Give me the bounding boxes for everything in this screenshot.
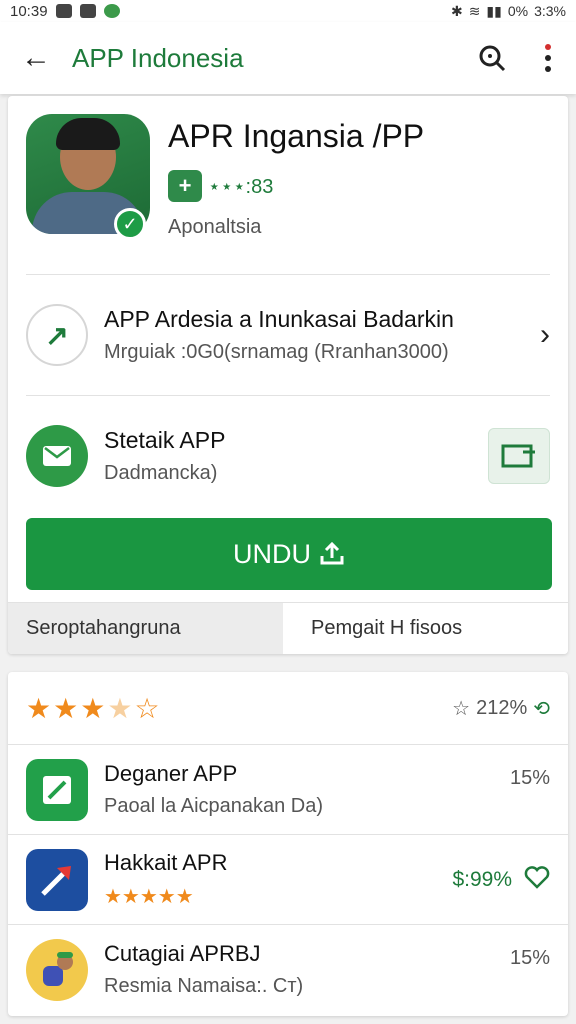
- app-bar: ← APP Indonesia: [0, 22, 576, 94]
- upload-icon: [320, 542, 344, 565]
- list-item-percent: 15%: [509, 947, 550, 969]
- app-icon-edit: [26, 758, 88, 821]
- plus-badge-icon: +: [168, 170, 202, 202]
- chevron-right-icon[interactable]: ›: [540, 318, 550, 352]
- rating-score: ☆ 212% ⟲: [452, 696, 550, 721]
- rating-score-text: 212%: [476, 696, 528, 719]
- bluetooth-icon: ✱: [450, 2, 463, 19]
- link-icon[interactable]: ⟲: [533, 696, 550, 721]
- related-apps-card: ★ ★ ★ ★ ☆ ☆ 212% ⟲ Deganer APP Paoal la …: [8, 672, 568, 1016]
- check-notification-icon: [103, 4, 120, 18]
- signal-icon: ▮▮: [486, 2, 502, 19]
- app-header: ✓ APR Ingansia /PP + ⋆⋆⋆:83 Aponaltsia: [8, 96, 568, 274]
- app-icon-arrow: [26, 848, 88, 911]
- chart-icon: ↗: [26, 304, 88, 366]
- app-details-card: ✓ APR Ingansia /PP + ⋆⋆⋆:83 Aponaltsia ↗…: [8, 96, 568, 654]
- list-item-title: Deganer APP: [104, 761, 238, 786]
- list-item-stars: ★★★★★: [104, 886, 194, 908]
- wifi-icon: ≋: [468, 2, 481, 19]
- tab-1[interactable]: Pemgait H fisoos: [283, 603, 568, 654]
- message-row[interactable]: Stetaik APP Dadmancka): [8, 396, 568, 516]
- search-icon[interactable]: [464, 43, 520, 73]
- star-outline-icon: ☆: [134, 692, 160, 724]
- star-icon: ★: [26, 692, 52, 724]
- list-item-subtitle: Resmia Namaisa:. Ст): [104, 975, 304, 997]
- app-meta: + ⋆⋆⋆:83: [168, 170, 273, 202]
- back-arrow-icon[interactable]: ←: [0, 41, 72, 75]
- download-label: UNDU: [233, 538, 311, 569]
- message-row-title: Stetaik APP: [104, 427, 226, 453]
- list-item[interactable]: Deganer APP Paoal la Aicpanakan Da) 15%: [8, 744, 568, 834]
- app-notification-icon: [79, 4, 96, 18]
- open-app-button[interactable]: [488, 428, 550, 484]
- star-icon: ★: [107, 692, 133, 724]
- list-item-title: Cutagiai APRBJ: [104, 941, 261, 966]
- star-icon: ★: [80, 692, 106, 724]
- list-item-title: Hakkait APR: [104, 850, 228, 875]
- list-item-price: $:99%: [452, 867, 512, 891]
- app-icon-character: [26, 938, 88, 1001]
- star-rating[interactable]: ★ ★ ★ ★ ☆: [26, 692, 160, 725]
- tab-0[interactable]: Seroptahangruna: [8, 603, 283, 654]
- status-time: 10:39: [10, 2, 48, 20]
- list-item-subtitle: Paoal la Aicpanakan Da): [104, 795, 324, 817]
- more-menu-icon[interactable]: [520, 43, 576, 73]
- rating-row: ★ ★ ★ ★ ☆ ☆ 212% ⟲: [8, 672, 568, 744]
- status-bar: 10:39 ✱ ≋ ▮▮ 0% 3:3%: [0, 0, 576, 22]
- photo-icon: [55, 4, 72, 18]
- list-item[interactable]: Cutagiai APRBJ Resmia Namaisa:. Ст) 15%: [8, 924, 568, 1014]
- list-item[interactable]: Hakkait APR ★★★★★ $:99%: [8, 834, 568, 924]
- mail-icon: [26, 425, 88, 487]
- star-icon: ★: [53, 692, 79, 724]
- info-row-subtitle: Mrguiak :0G0(srnamag (Rranhan3000): [104, 341, 449, 363]
- list-item-price-area: $:99%: [452, 865, 550, 895]
- tab-bar: Seroptahangruna Pemgait H fisoos: [8, 602, 568, 654]
- page-title: APP Indonesia: [72, 42, 244, 73]
- message-row-subtitle: Dadmancka): [104, 462, 218, 484]
- download-button[interactable]: UNDU: [26, 518, 552, 590]
- verified-check-icon: ✓: [114, 208, 146, 240]
- star-outline-icon: ☆: [452, 697, 471, 720]
- list-item-percent: 15%: [509, 767, 550, 789]
- app-title: APR Ingansia /PP: [168, 118, 425, 154]
- app-developer: Aponaltsia: [168, 216, 262, 238]
- network-text: 3:3%: [534, 3, 566, 19]
- heart-icon[interactable]: [524, 865, 550, 895]
- app-meta-text: ⋆⋆⋆:83: [208, 175, 274, 198]
- battery-text: 0%: [507, 3, 529, 19]
- info-row[interactable]: ↗ APP Ardesia a Inunkasai Badarkin Mrgui…: [8, 275, 568, 395]
- info-row-title: APP Ardesia a Inunkasai Badarkin: [104, 306, 454, 332]
